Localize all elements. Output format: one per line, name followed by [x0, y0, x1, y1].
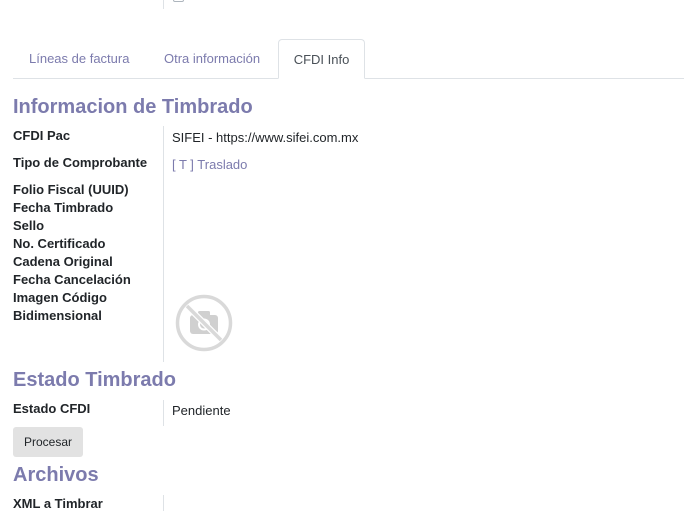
- cfdi-pac-label: CFDI Pac: [13, 128, 71, 143]
- tab-otra-informacion[interactable]: Otra información: [164, 39, 260, 79]
- field-divider: [163, 495, 164, 511]
- tipo-comprobante-link[interactable]: [ T ] Traslado: [172, 156, 247, 174]
- section-title-archivos: Archivos: [13, 464, 99, 486]
- xml-a-timbrar-label: XML a Timbrar: [13, 496, 103, 511]
- tipo-comprobante-label: Tipo de Comprobante: [13, 155, 148, 170]
- no-certificado-label: No. Certificado: [13, 236, 106, 251]
- no-image-icon[interactable]: [175, 294, 233, 352]
- tab-cfdi-info[interactable]: CFDI Info: [278, 39, 365, 79]
- estado-cfdi-value: Pendiente: [172, 403, 231, 418]
- imagen-codigo-label: Imagen Código: [13, 290, 107, 305]
- bidimensional-label: Bidimensional: [13, 308, 102, 323]
- notebook-tabs: Líneas de factura Otra información CFDI …: [13, 39, 684, 79]
- field-divider: [163, 126, 164, 362]
- estado-cfdi-label: Estado CFDI: [13, 401, 91, 416]
- cfdi-pac-value: SIFEI - https://www.sifei.com.mx: [172, 130, 359, 145]
- checkbox[interactable]: [173, 0, 184, 2]
- tab-lineas-de-factura[interactable]: Líneas de factura: [29, 39, 129, 79]
- section-title-estado: Estado Timbrado: [13, 369, 176, 391]
- procesar-button[interactable]: Procesar: [13, 427, 83, 457]
- field-divider: [163, 0, 164, 9]
- cadena-original-label: Cadena Original: [13, 254, 113, 269]
- section-title-timbrado: Informacion de Timbrado: [13, 96, 253, 118]
- fecha-timbrado-label: Fecha Timbrado: [13, 200, 114, 215]
- field-divider: [163, 400, 164, 426]
- fecha-cancelacion-label: Fecha Cancelación: [13, 272, 131, 287]
- folio-fiscal-label: Folio Fiscal (UUID): [13, 182, 129, 197]
- sello-label: Sello: [13, 218, 45, 233]
